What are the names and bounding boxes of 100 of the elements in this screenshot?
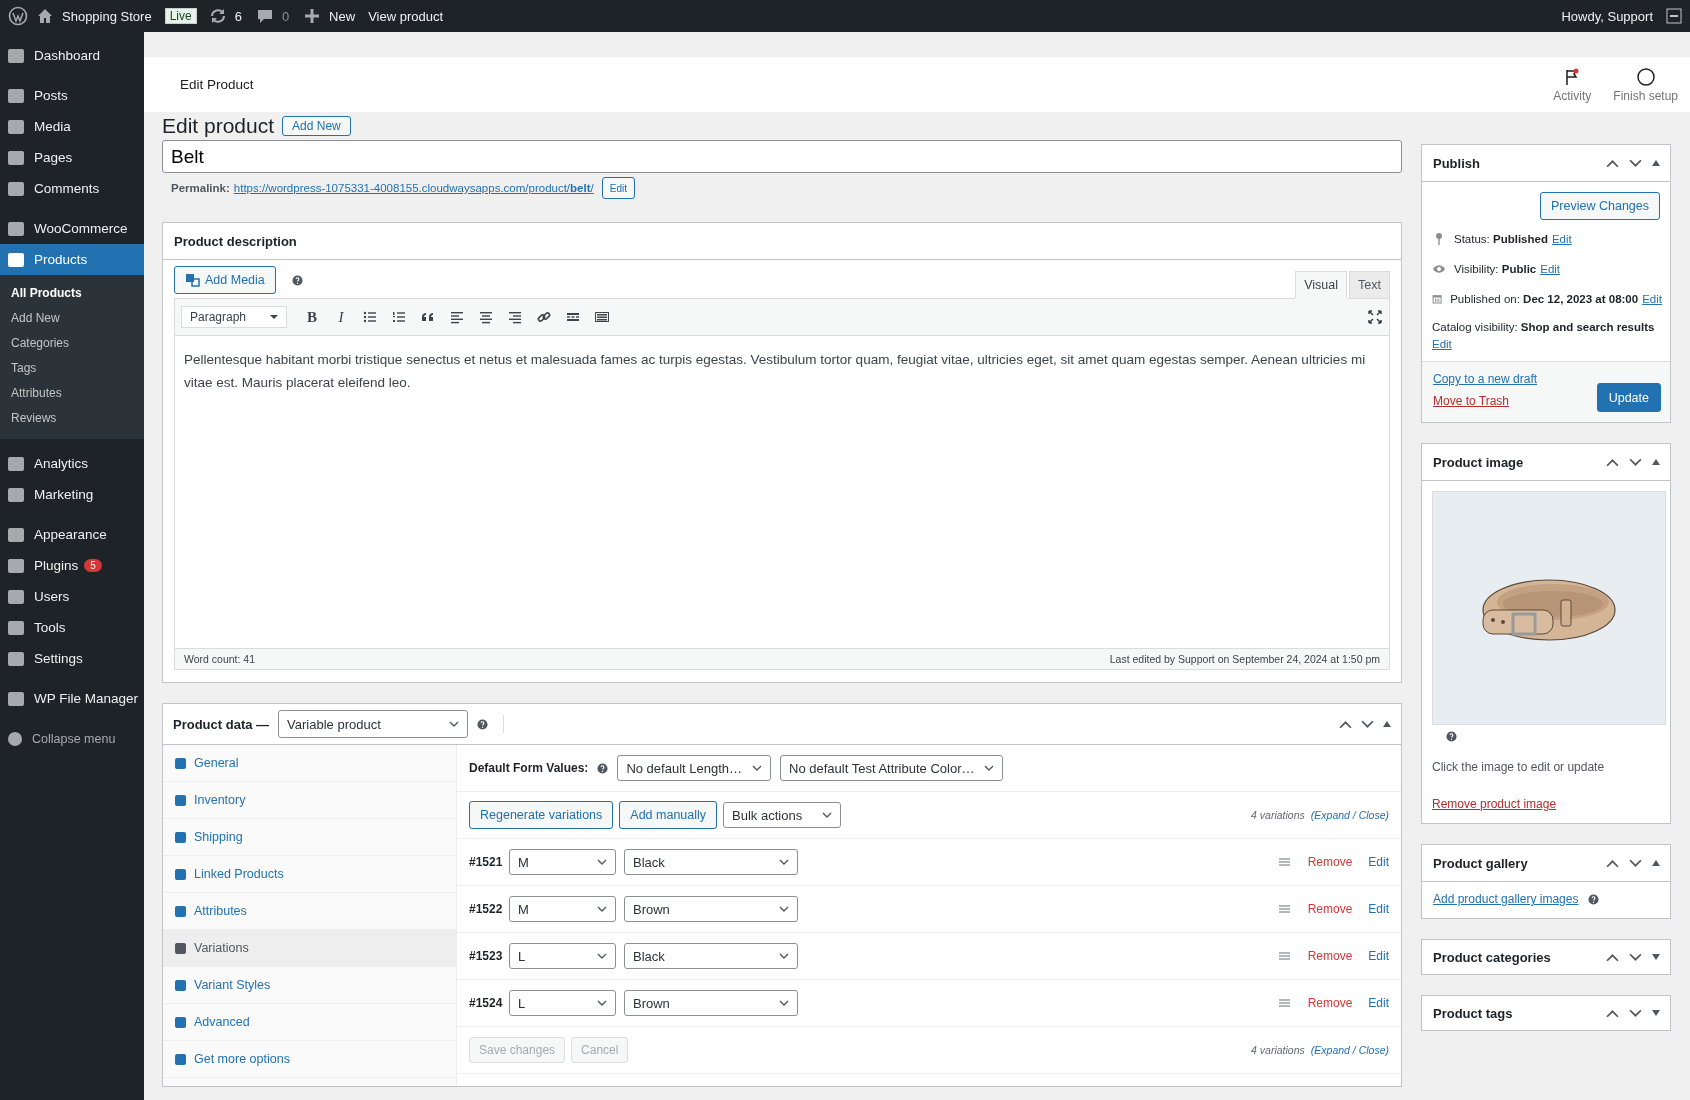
product-data-tab[interactable]: Variant Styles	[163, 967, 456, 1004]
chevron-down-icon[interactable]	[1629, 1008, 1642, 1018]
new-link[interactable]: New	[329, 8, 356, 24]
length-select[interactable]: M	[509, 849, 616, 875]
remove-link[interactable]: Remove	[1307, 949, 1353, 963]
caret-icon[interactable]	[752, 765, 762, 771]
edit-link[interactable]: Edit	[1368, 996, 1389, 1010]
triangle-icon[interactable]	[1652, 860, 1660, 866]
bullet-list-icon[interactable]	[362, 309, 378, 325]
add-new-button[interactable]: Add New	[282, 116, 351, 136]
menu-item[interactable]: Posts	[0, 80, 144, 111]
chevron-up-icon[interactable]	[1606, 158, 1619, 168]
triangle-down-icon[interactable]	[1652, 1010, 1660, 1016]
caret-icon[interactable]	[822, 812, 833, 818]
submenu-item[interactable]: Attributes	[0, 381, 144, 406]
chevron-up-icon[interactable]	[1339, 719, 1352, 729]
format-button[interactable]: B	[304, 308, 320, 326]
editor-tab[interactable]: Text	[1349, 271, 1390, 298]
menu-item[interactable]: WooCommerce	[0, 213, 144, 244]
submenu-item[interactable]: Tags	[0, 356, 144, 381]
edit-link[interactable]: Edit	[1368, 949, 1389, 963]
fullscreen-icon[interactable]	[1367, 309, 1383, 325]
product-data-tab[interactable]: Get more options	[163, 1041, 456, 1078]
expand-close-link[interactable]: (Expand / Close)	[1310, 809, 1389, 821]
menu-item[interactable]: Dashboard	[0, 40, 144, 71]
expand-close-link[interactable]: (Expand / Close)	[1310, 1044, 1389, 1056]
chevron-down-icon[interactable]	[1361, 719, 1374, 729]
remove-link[interactable]: Remove	[1307, 996, 1353, 1010]
menu-item[interactable]: Comments	[0, 173, 144, 204]
chevron-up-icon[interactable]	[1606, 952, 1619, 962]
help-icon[interactable]	[597, 762, 609, 774]
header-action-label[interactable]: Activity	[1553, 88, 1592, 103]
add-manually-button[interactable]: Add manually	[619, 801, 718, 829]
product-data-tab[interactable]: Inventory	[163, 782, 456, 819]
greeting-link[interactable]: Howdy, Support	[1561, 8, 1653, 24]
header-action-label[interactable]: Finish setup	[1613, 88, 1678, 103]
caret-icon[interactable]	[779, 953, 789, 959]
submenu-item[interactable]: Add New	[0, 306, 144, 331]
chevron-down-icon[interactable]	[1629, 952, 1642, 962]
media-icon[interactable]	[185, 272, 201, 288]
format-button[interactable]: I	[333, 308, 349, 326]
remove-link[interactable]: Remove	[1307, 855, 1353, 869]
align-right-icon[interactable]	[507, 309, 523, 325]
editor-tab[interactable]: Visual	[1295, 271, 1348, 298]
help-icon[interactable]	[1588, 893, 1600, 905]
keyboard-icon[interactable]	[594, 309, 610, 325]
menu-item[interactable]: WP File Manager	[0, 683, 144, 714]
triangle-icon[interactable]	[1383, 721, 1391, 727]
caret-icon[interactable]	[984, 765, 995, 771]
format-dropdown[interactable]: Paragraph	[181, 306, 287, 328]
help-icon[interactable]	[291, 274, 303, 286]
drag-handle-icon[interactable]	[1278, 857, 1290, 867]
collapse-menu-button[interactable]: Collapse menu	[0, 723, 144, 754]
chevron-down-icon[interactable]	[1629, 858, 1642, 868]
edit-link[interactable]: Edit	[1551, 233, 1572, 245]
remove-image-link[interactable]: Remove product image	[1432, 797, 1557, 811]
product-data-tab[interactable]: General	[163, 745, 456, 782]
align-center-icon[interactable]	[478, 309, 494, 325]
drag-handle-icon[interactable]	[1278, 904, 1290, 914]
regenerate-button[interactable]: Regenerate variations	[469, 801, 614, 829]
chevron-up-icon[interactable]	[1606, 858, 1619, 868]
caret-icon[interactable]	[779, 1000, 789, 1006]
chevron-down-icon[interactable]	[1629, 457, 1642, 467]
title-field[interactable]: Belt	[162, 140, 1402, 173]
copy-draft-link[interactable]: Copy to a new draft	[1433, 372, 1587, 386]
add-gallery-images-link[interactable]: Add product gallery images	[1433, 892, 1579, 906]
chevron-up-icon[interactable]	[1606, 457, 1619, 467]
submenu-item[interactable]: All Products	[0, 281, 144, 306]
attribute-select[interactable]: Brown	[624, 990, 798, 1016]
align-left-icon[interactable]	[449, 309, 465, 325]
menu-item[interactable]: Plugins 5	[0, 550, 144, 581]
length-select[interactable]: M	[509, 896, 616, 922]
triangle-down-icon[interactable]	[1652, 954, 1660, 960]
menu-item[interactable]: Products	[0, 244, 144, 275]
chevron-down-icon[interactable]	[1629, 158, 1642, 168]
update-button[interactable]: Update	[1596, 383, 1661, 412]
caret-icon[interactable]	[779, 859, 789, 865]
edit-link[interactable]: Edit	[1642, 293, 1662, 305]
caret-icon[interactable]	[597, 906, 607, 912]
remove-link[interactable]: Remove	[1307, 902, 1353, 916]
avatar-icon[interactable]	[1666, 8, 1682, 24]
wordpress-logo-icon[interactable]	[8, 6, 28, 26]
bulk-actions-select[interactable]: Bulk actions	[723, 802, 842, 828]
caret-icon[interactable]	[597, 1000, 607, 1006]
description-text[interactable]: Pellentesque habitant morbi tristique senectus et netus et malesuada fames ac turpis egestas. Vestibulum tortor quam, feugiat vitae, ultricies eget, sit amet quam egestas semper. Aenean ultricies mi vitae est. Mauris placerat eleifend leo.	[175, 336, 1389, 648]
product-data-tab[interactable]: Shipping	[163, 819, 456, 856]
chevron-up-icon[interactable]	[1606, 1008, 1619, 1018]
attribute-select[interactable]: Black	[624, 943, 798, 969]
submenu-item[interactable]: Reviews	[0, 406, 144, 431]
view-product-link[interactable]: View product	[368, 8, 444, 24]
menu-item[interactable]: Pages	[0, 142, 144, 173]
product-data-tab[interactable]: Variations	[163, 930, 456, 967]
link-icon[interactable]	[536, 309, 552, 325]
product-data-tab[interactable]: Linked Products	[163, 856, 456, 893]
menu-item[interactable]: Media	[0, 111, 144, 142]
move-to-trash-link[interactable]: Move to Trash	[1433, 394, 1587, 408]
edit-link[interactable]: Edit	[1368, 902, 1389, 916]
default-value-select[interactable]: No default Length…	[617, 755, 771, 781]
add-media-button[interactable]: Add Media	[174, 266, 276, 294]
length-select[interactable]: L	[509, 990, 616, 1016]
